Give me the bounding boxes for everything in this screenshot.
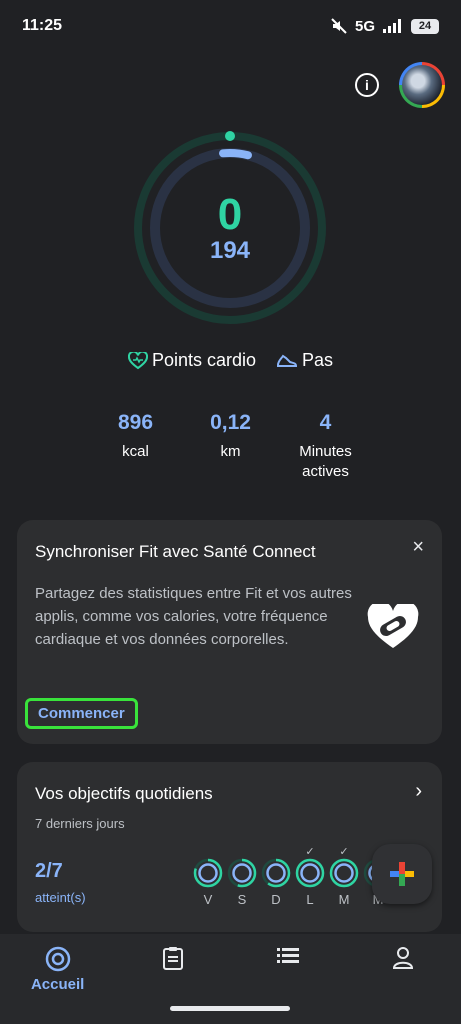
goal-day: V	[193, 846, 223, 907]
sync-card-title: Synchroniser Fit avec Santé Connect	[35, 542, 316, 561]
activity-rings[interactable]: 0 194	[130, 128, 330, 328]
nav-home[interactable]: Accueil	[18, 946, 98, 993]
stat-label: km	[220, 443, 241, 460]
goals-achieved-label: atteint(s)	[35, 890, 86, 905]
check-icon: ✓	[305, 846, 315, 858]
signal-icon	[383, 19, 401, 33]
goals-title: Vos objectifs quotidiens	[35, 784, 213, 803]
status-bar: 11:25 5G 24	[0, 0, 461, 52]
legend-steps-label: Pas	[302, 350, 334, 370]
goal-day-ring	[329, 858, 359, 888]
goal-day-label: D	[271, 892, 281, 907]
stat-value: 896	[117, 411, 154, 434]
goal-day-label: M	[338, 892, 350, 907]
network-type: 5G	[354, 17, 375, 35]
info-icon[interactable]: i	[355, 73, 379, 97]
goal-day-inner-ring	[232, 863, 252, 883]
plus-icon	[390, 862, 414, 886]
sync-card-body: Partagez des statistiques entre Fit et v…	[35, 585, 352, 648]
goal-day-label: S	[237, 892, 247, 907]
avatar[interactable]	[399, 62, 445, 108]
stat-label: kcal	[122, 443, 149, 460]
goal-day-inner-ring	[334, 863, 354, 883]
check-icon: ✓	[339, 846, 349, 858]
shoe-icon	[277, 354, 298, 367]
mute-icon	[331, 18, 347, 34]
battery-icon: 24	[411, 18, 439, 34]
chevron-right-icon[interactable]: ›	[415, 780, 422, 803]
avatar-image	[402, 65, 442, 105]
add-button[interactable]	[372, 844, 432, 904]
heart-icon	[127, 351, 148, 369]
goal-day: ✓ M	[329, 846, 359, 907]
steps-value: 194	[209, 237, 251, 264]
start-button[interactable]: Commencer	[25, 698, 138, 729]
goal-day: S	[227, 846, 257, 907]
stat-value: 4	[319, 411, 332, 434]
status-time: 11:25	[22, 17, 63, 34]
clipboard-icon	[162, 947, 183, 970]
ring-center: 0 194	[130, 128, 330, 328]
stat-calories: 896 kcal	[88, 410, 183, 482]
goal-day-ring	[261, 858, 291, 888]
goal-day-ring	[227, 858, 257, 888]
list-icon	[277, 948, 300, 963]
goal-day-label: V	[203, 892, 213, 907]
heart-points-value: 0	[217, 190, 243, 239]
goals-subtitle: 7 derniers jours	[35, 816, 125, 831]
status-icons: 5G 24	[331, 18, 439, 35]
nav-home-label: Accueil	[30, 976, 85, 993]
goal-day-label: L	[306, 892, 314, 907]
legend-cardio: Points cardio	[127, 350, 257, 371]
legend-steps: Pas	[276, 350, 333, 371]
health-connect-icon	[367, 604, 419, 648]
goals-achieved-value: 2/7	[35, 860, 63, 882]
goal-day-inner-ring	[198, 863, 218, 883]
goal-day-ring	[295, 858, 325, 888]
stat-active-minutes: 4 Minutes actives	[278, 410, 373, 482]
top-actions: i	[355, 62, 445, 108]
stat-label: Minutes actives	[299, 443, 352, 480]
legend-cardio-label: Points cardio	[151, 350, 257, 370]
sync-card: Synchroniser Fit avec Santé Connect × Pa…	[17, 520, 442, 744]
ring-legend: Points cardio Pas	[0, 350, 461, 371]
nav-profile[interactable]	[363, 946, 443, 970]
goal-day: ✓ L	[295, 846, 325, 907]
daily-stats: 896 kcal 0,12 km 4 Minutes actives	[0, 410, 461, 482]
close-icon[interactable]: ×	[412, 536, 424, 559]
stat-value: 0,12	[210, 411, 251, 434]
goal-day-inner-ring	[266, 863, 286, 883]
goal-day-ring	[193, 858, 223, 888]
person-icon	[393, 947, 414, 969]
nav-journal[interactable]	[133, 946, 213, 970]
stat-distance: 0,12 km	[183, 410, 278, 482]
goal-day-inner-ring	[300, 863, 320, 883]
home-indicator	[170, 1006, 290, 1011]
nav-browse[interactable]	[248, 946, 328, 964]
home-ring-icon	[45, 946, 70, 972]
goal-day: D	[261, 846, 291, 907]
